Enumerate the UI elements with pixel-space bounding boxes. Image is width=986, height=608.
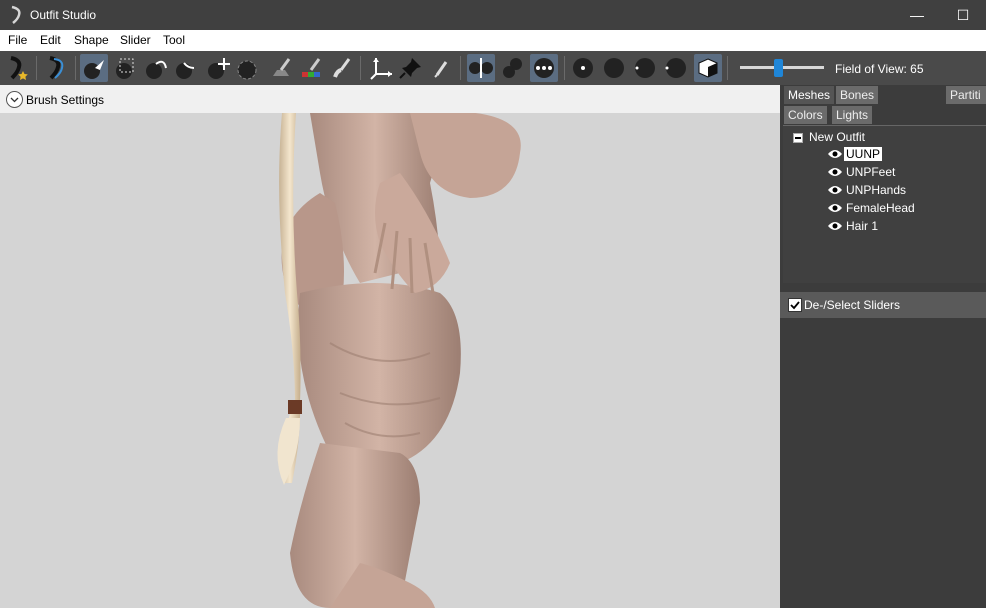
global-brush-icon[interactable] — [530, 54, 558, 82]
expand-icon[interactable] — [6, 91, 23, 108]
weight-paint-icon[interactable] — [267, 54, 295, 82]
color-paint-icon[interactable] — [297, 54, 325, 82]
brush-settings-label: Brush Settings — [26, 93, 105, 107]
mask-select-icon[interactable] — [112, 54, 140, 82]
pivot-icon[interactable] — [397, 54, 425, 82]
select-sliders-label: De-/Select Sliders — [804, 298, 901, 312]
mesh-tree: New Outfit UUNP UNPFeet UNPHands FemaleH… — [783, 125, 986, 283]
tab-bones[interactable]: Bones — [836, 86, 879, 104]
visibility-eye-icon[interactable] — [827, 220, 843, 232]
window-title: Outfit Studio — [30, 8, 97, 22]
tab-lights[interactable]: Lights — [832, 106, 873, 124]
visibility-eye-icon[interactable] — [827, 148, 843, 160]
tab-colors[interactable]: Colors — [784, 106, 827, 124]
fov-label: Field of View: 65 — [835, 62, 924, 76]
undiff-brush-icon[interactable] — [427, 54, 455, 82]
title-bar: Outfit Studio — ☐ — [0, 0, 986, 30]
mesh-label: UUNP — [844, 147, 883, 161]
minimize-button[interactable]: — — [894, 0, 940, 30]
deflate-brush-icon[interactable] — [172, 54, 200, 82]
outfit-studio-logo-icon — [11, 5, 21, 24]
brush-size-medium-icon[interactable] — [600, 54, 628, 82]
mesh-label: Hair 1 — [846, 219, 879, 233]
visibility-eye-icon[interactable] — [827, 166, 843, 178]
menu-edit[interactable]: Edit — [40, 33, 61, 47]
menu-slider[interactable]: Slider — [120, 33, 151, 47]
tree-root-outfit[interactable]: New Outfit — [809, 130, 865, 144]
menu-file[interactable]: File — [8, 33, 27, 47]
smooth-brush-icon[interactable] — [234, 54, 262, 82]
visibility-eye-icon[interactable] — [827, 202, 843, 214]
menu-tool[interactable]: Tool — [163, 33, 185, 47]
new-project-icon[interactable] — [3, 54, 31, 82]
brush-size-small-icon[interactable] — [569, 54, 597, 82]
wireframe-cube-icon[interactable] — [694, 54, 722, 82]
select-sliders-checkbox[interactable] — [788, 298, 802, 312]
inflate-brush-icon[interactable] — [142, 54, 170, 82]
x-mirror-icon[interactable] — [467, 54, 495, 82]
brush-size-xl-icon[interactable] — [662, 54, 690, 82]
menu-shape[interactable]: Shape — [74, 33, 109, 47]
model-render — [277, 113, 521, 608]
mesh-label: UNPHands — [846, 183, 907, 197]
brush-settings-bar[interactable]: Brush Settings — [0, 85, 780, 113]
menu-bar: File Edit Shape Slider Tool — [0, 30, 986, 51]
sliders-header: De-/Select Sliders — [780, 292, 986, 318]
maximize-button[interactable]: ☐ — [940, 0, 986, 30]
mesh-label: FemaleHead — [846, 201, 915, 215]
brush-size-large-icon[interactable] — [631, 54, 659, 82]
fov-slider[interactable] — [740, 59, 824, 77]
connected-only-icon[interactable] — [499, 54, 527, 82]
tab-partitions[interactable]: Partiti — [946, 86, 986, 104]
visibility-eye-icon[interactable] — [827, 184, 843, 196]
checkmark-icon — [790, 301, 800, 310]
fov-slider-thumb[interactable] — [774, 59, 783, 77]
mesh-label: UNPFeet — [846, 165, 896, 179]
transform-icon[interactable] — [367, 54, 395, 82]
3d-viewport[interactable] — [0, 113, 780, 608]
collapse-icon[interactable] — [793, 133, 803, 143]
alpha-paint-icon[interactable] — [327, 54, 355, 82]
right-panel: Meshes Bones Partiti Colors Lights New O… — [780, 85, 986, 608]
select-brush-icon[interactable] — [80, 54, 108, 82]
load-outfit-icon[interactable] — [42, 54, 70, 82]
tab-meshes[interactable]: Meshes — [784, 86, 835, 104]
move-brush-icon[interactable] — [204, 54, 232, 82]
